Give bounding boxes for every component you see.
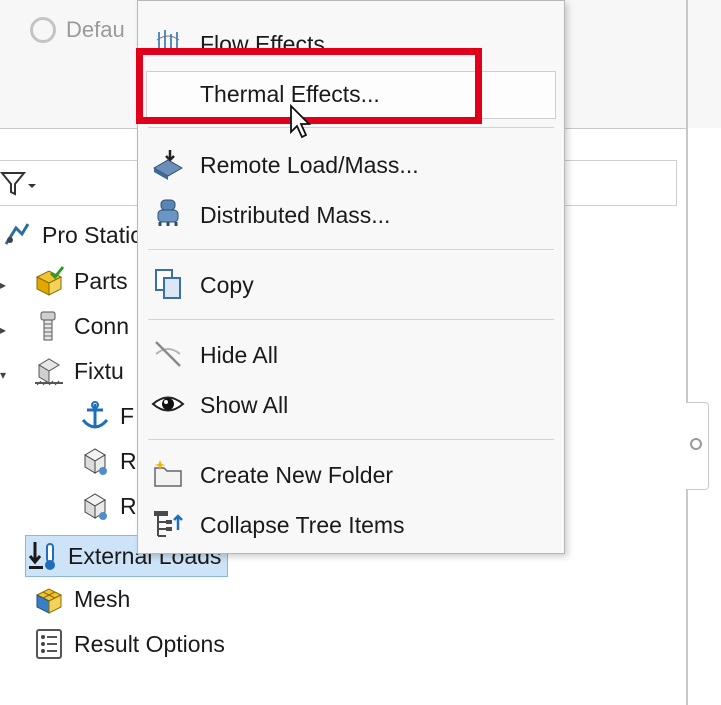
menu-item-label: Create New Folder (200, 462, 394, 488)
hide-icon (150, 336, 186, 372)
menu-item-label: Hide All (200, 342, 278, 368)
menu-separator (148, 319, 554, 320)
menu-item-collapse-tree-items[interactable]: Collapse Tree Items (138, 501, 564, 547)
default-config-label: Defau (66, 17, 125, 42)
tree-item-fixed-geometry[interactable]: F (78, 399, 134, 433)
tree-item-label: Mesh (74, 585, 131, 612)
tree-item-mesh[interactable]: Mesh (32, 582, 130, 616)
fixtures-icon (32, 354, 66, 388)
distributed-mass-icon (150, 196, 186, 232)
tree-item-label: Fixtu (74, 357, 124, 384)
splitter-grip-icon[interactable] (690, 438, 702, 450)
menu-item-remote-load[interactable]: Remote Load/Mass... (138, 141, 564, 187)
menu-item-label: Collapse Tree Items (200, 512, 405, 538)
tree-item-roller-2[interactable]: R (78, 489, 137, 523)
fixed-geometry-icon (78, 399, 112, 433)
tree-item-connections[interactable]: Conn (32, 309, 129, 343)
expand-arrow-icon[interactable]: ▸ (0, 323, 6, 337)
menu-item-label: Remote Load/Mass... (200, 152, 419, 178)
menu-item-copy[interactable]: Copy (138, 261, 564, 307)
menu-item-hide-all[interactable]: Hide All (138, 331, 564, 377)
remote-load-icon (150, 146, 186, 182)
expand-arrow-icon[interactable]: ▸ (0, 278, 6, 292)
connections-icon (32, 309, 66, 343)
mouse-cursor-icon (289, 103, 313, 145)
tree-item-label: Parts (74, 267, 128, 294)
tree-item-fixtures[interactable]: Fixtu (32, 354, 124, 388)
menu-separator (148, 127, 554, 128)
menu-separator (148, 249, 554, 250)
mesh-icon (32, 582, 66, 616)
default-config-row[interactable]: Defau (30, 14, 125, 46)
collapse-tree-icon (150, 506, 186, 542)
menu-item-show-all[interactable]: Show All (138, 381, 564, 427)
tree-item-label: F (120, 402, 135, 429)
tree-root-label: Pro Static (42, 221, 142, 248)
tree-item-parts[interactable]: Parts (32, 264, 128, 298)
copy-icon (150, 266, 186, 302)
roller-icon (78, 489, 112, 523)
collapse-arrow-icon[interactable]: ▾ (0, 368, 6, 382)
new-folder-icon (150, 456, 186, 492)
tree-root[interactable]: Pro Static (0, 218, 142, 252)
config-icon (30, 17, 56, 43)
menu-item-label: Show All (200, 392, 289, 418)
menu-separator (148, 439, 554, 440)
panel-right-border (686, 0, 688, 705)
tree-item-result-options[interactable]: Result Options (32, 627, 225, 661)
menu-item-distributed-mass[interactable]: Distributed Mass... (138, 191, 564, 237)
external-loads-icon (26, 539, 60, 573)
tree-item-label: Conn (74, 312, 129, 339)
tree-item-label: R (120, 492, 137, 519)
menu-item-label: Copy (200, 272, 254, 298)
tree-item-roller-1[interactable]: R (78, 444, 137, 478)
result-options-icon (32, 627, 66, 661)
menu-item-label: Distributed Mass... (200, 202, 391, 228)
tree-item-label: R (120, 447, 137, 474)
menu-item-create-new-folder[interactable]: Create New Folder (138, 451, 564, 497)
eye-icon (150, 386, 186, 422)
study-icon (0, 218, 34, 252)
tree-item-label: Result Options (74, 630, 225, 657)
parts-icon (32, 264, 66, 298)
roller-icon (78, 444, 112, 478)
filter-icon[interactable] (0, 170, 38, 205)
